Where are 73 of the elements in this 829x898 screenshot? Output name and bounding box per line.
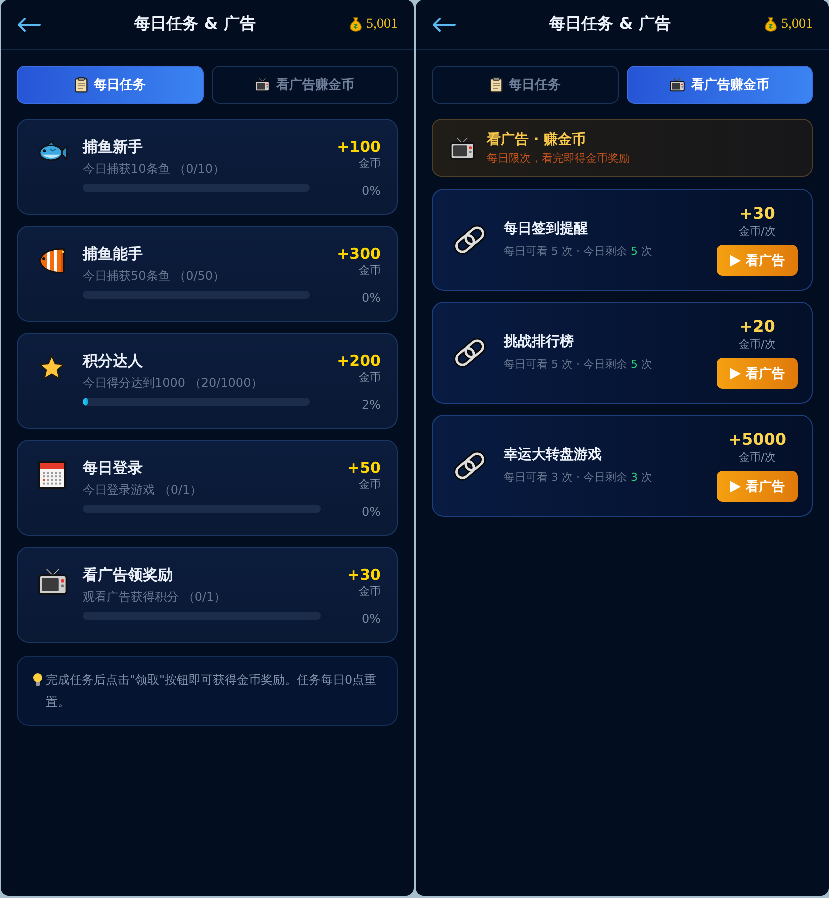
reward-unit: 金币 xyxy=(359,585,381,599)
money-bag-icon xyxy=(350,17,362,32)
tip-text: 完成任务后点击"领取"按钮即可获得金币奖励。任务每日0点重置。 xyxy=(46,672,378,711)
tab[interactable]: 看广告赚金币 xyxy=(212,66,398,104)
money-bag-icon xyxy=(764,17,776,32)
task-description: 今日登录游戏 （0/1） xyxy=(83,482,204,499)
task-title: 捕鱼能手 xyxy=(83,244,144,264)
tv-icon xyxy=(450,136,475,160)
tv-icon xyxy=(670,78,686,92)
play-icon xyxy=(730,254,741,266)
star-icon xyxy=(38,354,66,381)
link-icon xyxy=(452,448,488,484)
progress-percent: 0% xyxy=(362,183,381,199)
striped-fish-icon xyxy=(38,247,68,275)
coin-balance: 5,001 xyxy=(366,16,398,32)
ad-quota-text: 每日可看 5 次 · 今日剩余 5 次 xyxy=(504,357,654,373)
screen-title: 每日任务 & 广告 xyxy=(550,14,671,35)
reward-amount: +50 xyxy=(348,458,381,478)
tab[interactable]: 每日任务 xyxy=(17,66,204,104)
back-arrow-icon xyxy=(432,18,456,32)
task-description: 今日捕获10条鱼 （0/10） xyxy=(83,161,226,178)
reward-unit: 金币 xyxy=(359,157,381,171)
reward-amount: +100 xyxy=(337,137,381,157)
reward-amount: +30 xyxy=(348,565,381,585)
tv-icon xyxy=(38,568,68,596)
tab[interactable]: 每日任务 xyxy=(432,66,618,104)
play-icon xyxy=(730,480,741,492)
progress-percent: 0% xyxy=(362,504,381,520)
reward-unit: 金币/次 xyxy=(739,450,776,466)
clipboard-icon xyxy=(74,77,88,93)
back-arrow-icon xyxy=(17,18,41,32)
watch-ad-button[interactable]: 看广告 xyxy=(717,471,798,502)
task-description: 今日捕获50条鱼 （0/50） xyxy=(83,268,226,285)
screen-title: 每日任务 & 广告 xyxy=(134,14,256,35)
progress-percent: 0% xyxy=(362,290,381,306)
reward-unit: 金币 xyxy=(359,264,381,278)
progress-percent: 2% xyxy=(362,397,381,413)
reward-amount: +20 xyxy=(740,317,776,337)
back-button[interactable] xyxy=(17,18,41,32)
watch-ad-button[interactable]: 看广告 xyxy=(717,358,798,389)
task-description: 观看广告获得积分 （0/1） xyxy=(83,589,228,606)
reward-amount: +200 xyxy=(337,351,381,371)
banner-title: 看广告 · 赚金币 xyxy=(487,130,588,148)
calendar-icon xyxy=(38,461,66,489)
clipboard-icon xyxy=(490,77,503,93)
progress-percent: 0% xyxy=(362,611,381,627)
link-icon xyxy=(452,335,488,371)
task-description: 今日得分达到1000 （20/1000） xyxy=(83,375,264,392)
reward-unit: 金币/次 xyxy=(739,224,776,240)
ad-quota-text: 每日可看 3 次 · 今日剩余 3 次 xyxy=(504,470,654,486)
watch-ad-button[interactable]: 看广告 xyxy=(717,245,798,276)
reward-amount: +30 xyxy=(740,204,776,224)
task-title: 捕鱼新手 xyxy=(83,137,144,157)
ad-title: 每日签到提醒 xyxy=(504,220,589,239)
reward-unit: 金币/次 xyxy=(739,337,776,353)
reward-amount: +5000 xyxy=(728,430,786,450)
reward-unit: 金币 xyxy=(359,478,381,492)
reward-amount: +300 xyxy=(337,244,381,264)
tv-icon xyxy=(255,78,270,92)
ad-quota-text: 每日可看 5 次 · 今日剩余 5 次 xyxy=(504,244,654,260)
back-button[interactable] xyxy=(432,18,456,32)
coin-balance: 5,001 xyxy=(782,16,813,32)
task-title: 积分达人 xyxy=(83,351,144,371)
tab[interactable]: 看广告赚金币 xyxy=(626,66,813,104)
link-icon xyxy=(452,222,488,258)
ad-title: 挑战排行榜 xyxy=(504,333,575,352)
banner-subtitle: 每日限次，看完即得金币奖励 xyxy=(487,150,630,166)
task-title: 看广告领奖励 xyxy=(83,565,174,585)
light-bulb-icon xyxy=(33,673,43,687)
play-icon xyxy=(730,368,741,380)
reward-unit: 金币 xyxy=(359,371,381,385)
ad-title: 幸运大转盘游戏 xyxy=(504,446,603,465)
task-title: 每日登录 xyxy=(83,458,144,478)
